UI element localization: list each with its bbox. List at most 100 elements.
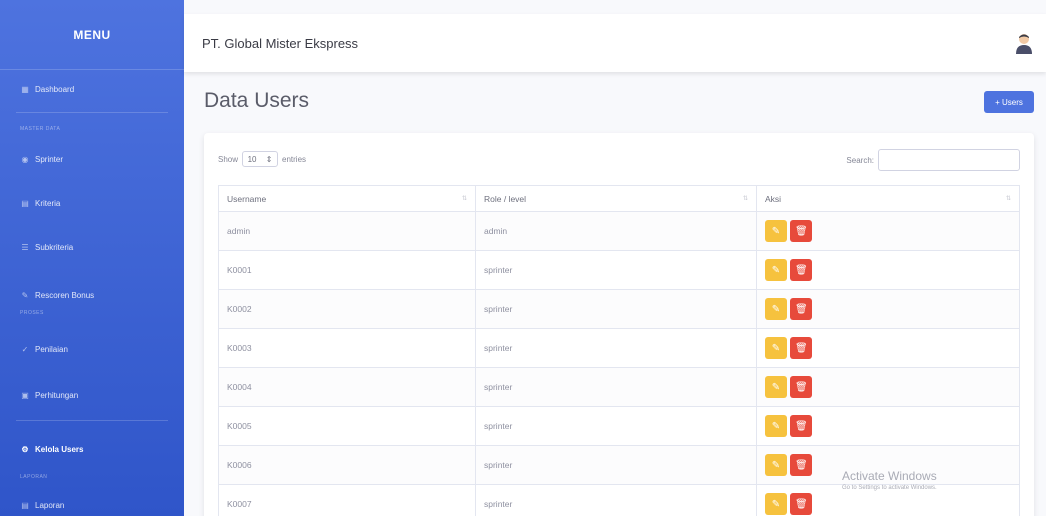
trash-icon: 🗑 [795,264,808,276]
sidebar-item-label: Sprinter [35,154,64,164]
table-header-row: Username ⇅ Role / level ⇅ Aksi ⇅ [218,185,1020,212]
edit-icon: ✎ [771,303,781,315]
sidebar-item-label: Subkriteria [35,242,74,252]
users-card: Show 10 ⇕ entries Search: Username ⇅ Role… [204,133,1034,516]
column-header-aksi[interactable]: Aksi ⇅ [756,185,1020,212]
role-cell: sprinter [475,406,757,446]
role-cell: sprinter [475,367,757,407]
username-cell: admin [218,211,476,251]
actions-cell: ✎ 🗑 [756,250,1020,290]
sidebar-item-label: Kelola Users [35,444,84,454]
actions-cell: ✎ 🗑 [756,328,1020,368]
delete-button[interactable]: 🗑 [790,259,813,281]
table-search: Search: [846,149,1020,171]
sidebar-item-kriteria[interactable]: ▤ Kriteria [0,192,184,214]
username-cell: K0001 [218,250,476,290]
sidebar-item-sprinter[interactable]: ◉ Sprinter [0,148,184,170]
trash-icon: 🗑 [795,303,808,315]
role-cell: sprinter [475,328,757,368]
edit-button[interactable]: ✎ [765,298,787,320]
edit-icon: ✎ [771,264,781,276]
sidebar-item-label: Dashboard [35,84,75,94]
column-header-role[interactable]: Role / level ⇅ [475,185,757,212]
sidebar-item-label: Penilaian [35,344,68,354]
edit-button[interactable]: ✎ [765,337,787,359]
watermark-subtitle: Go to Settings to activate Windows. [842,485,937,491]
edit-button[interactable]: ✎ [765,493,787,515]
edit-icon: ✎ [771,381,781,393]
sidebar-item-label: Perhitungan [35,390,79,400]
sort-icon: ⇅ [742,196,748,202]
sidebar-item-label: Kriteria [35,198,61,208]
watermark-title: Activate Windows [842,469,937,483]
sidebar-item-label: Rescoren Bonus [35,290,95,300]
role-cell: admin [475,211,757,251]
topbar: PT. Global Mister Ekspress [184,14,1046,72]
users-table: Username ⇅ Role / level ⇅ Aksi ⇅ admin admin… [218,185,1020,516]
activate-windows-watermark: Activate Windows Go to Settings to activ… [842,469,937,491]
actions-cell: ✎ 🗑 [756,367,1020,407]
actions-cell: ✎ 🗑 [756,406,1020,446]
role-cell: sprinter [475,484,757,516]
entries-select-value: 10 [247,154,257,164]
trash-icon: 🗑 [795,420,808,432]
sidebar-item-kelola-users[interactable]: ⚙ Kelola Users [0,438,184,460]
sidebar-item-rescoren-bonus[interactable]: ✎ Rescoren Bonus [0,284,184,306]
delete-button[interactable]: 🗑 [790,376,813,398]
user-avatar-icon[interactable] [1014,32,1034,54]
edit-button[interactable]: ✎ [765,259,787,281]
sidebar-item-laporan[interactable]: ▤ Laporan [0,494,184,516]
edit-icon: ✎ [771,225,781,237]
column-label: Role / level [484,193,527,204]
username-cell: K0002 [218,289,476,329]
select-arrows-icon: ⇕ [265,154,273,164]
add-user-button[interactable]: + Users [984,91,1034,113]
table-icon: ▤ [21,198,29,208]
role-cell: sprinter [475,250,757,290]
search-input[interactable] [878,149,1020,171]
role-cell: sprinter [475,289,757,329]
edit-button[interactable]: ✎ [765,415,787,437]
edit-icon: ✎ [21,290,29,300]
edit-icon: ✎ [771,420,781,432]
edit-icon: ✎ [771,342,781,354]
username-cell: K0003 [218,328,476,368]
sidebar-item-dashboard[interactable]: ▦ Dashboard [0,78,184,100]
edit-icon: ✎ [771,498,781,510]
edit-button[interactable]: ✎ [765,454,787,476]
sidebar-item-label: Laporan [35,500,65,510]
edit-button[interactable]: ✎ [765,376,787,398]
delete-button[interactable]: 🗑 [790,493,813,515]
sidebar: MENU ▦ Dashboard MASTER DATA ◉ Sprinter … [0,0,184,516]
delete-button[interactable]: 🗑 [790,337,813,359]
table-row: K0001 sprinter ✎ 🗑 [218,250,1020,290]
delete-button[interactable]: 🗑 [790,220,813,242]
trash-icon: 🗑 [795,225,808,237]
entries-label: entries [282,154,307,164]
sidebar-divider [16,112,168,113]
check-icon: ✓ [21,344,29,354]
sidebar-brand[interactable]: MENU [0,0,184,70]
sort-icon: ⇅ [461,196,467,202]
column-label: Aksi [765,193,782,204]
search-label: Search: [846,155,874,165]
entries-select[interactable]: 10 ⇕ [242,151,279,167]
delete-button[interactable]: 🗑 [790,298,813,320]
column-label: Username [227,193,267,204]
sidebar-divider [16,420,168,421]
sidebar-item-penilaian[interactable]: ✓ Penilaian [0,338,184,360]
delete-button[interactable]: 🗑 [790,415,813,437]
username-cell: K0004 [218,367,476,407]
column-header-username[interactable]: Username ⇅ [218,185,476,212]
table-row: K0002 sprinter ✎ 🗑 [218,289,1020,329]
delete-button[interactable]: 🗑 [790,454,813,476]
username-cell: K0006 [218,445,476,485]
sidebar-item-perhitungan[interactable]: ▣ Perhitungan [0,384,184,406]
edit-button[interactable]: ✎ [765,220,787,242]
table-row: K0003 sprinter ✎ 🗑 [218,328,1020,368]
actions-cell: ✎ 🗑 [756,289,1020,329]
trash-icon: 🗑 [795,381,808,393]
list-icon: ☰ [21,242,29,252]
table-row: admin admin ✎ 🗑 [218,211,1020,251]
sidebar-item-subkriteria[interactable]: ☰ Subkriteria [0,236,184,258]
